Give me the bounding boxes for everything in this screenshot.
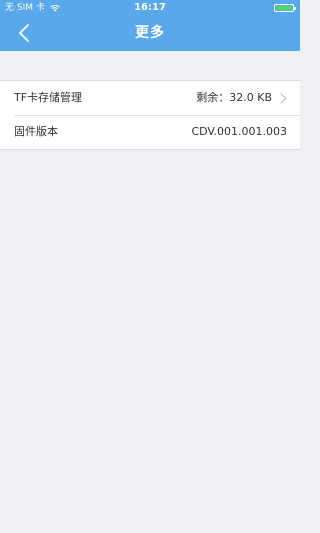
settings-row-tf-card-storage[interactable]: TF卡存储管理 剩余：32.0 KB — [0, 81, 300, 115]
battery-icon — [274, 4, 296, 12]
status-time: 16:17 — [134, 2, 166, 13]
chevron-right-icon — [280, 93, 287, 104]
page-title: 更多 — [135, 25, 165, 41]
battery-cap — [294, 7, 296, 10]
settings-row-firmware-version: 固件版本 CDV.001.001.003 — [0, 115, 300, 149]
settings-row-label: TF卡存储管理 — [14, 91, 83, 104]
settings-list: TF卡存储管理 剩余：32.0 KB 固件版本 CDV.001.001.003 — [0, 80, 300, 150]
header: 无 SIM 卡 16:17 更多 — [0, 0, 300, 51]
settings-row-label: 固件版本 — [14, 125, 58, 138]
status-bar: 无 SIM 卡 16:17 — [0, 0, 300, 16]
settings-row-value: 剩余：32.0 KB — [196, 91, 272, 104]
settings-row-value: CDV.001.001.003 — [191, 125, 287, 138]
battery-fill — [276, 6, 292, 10]
nav-bar: 更多 — [0, 16, 300, 51]
